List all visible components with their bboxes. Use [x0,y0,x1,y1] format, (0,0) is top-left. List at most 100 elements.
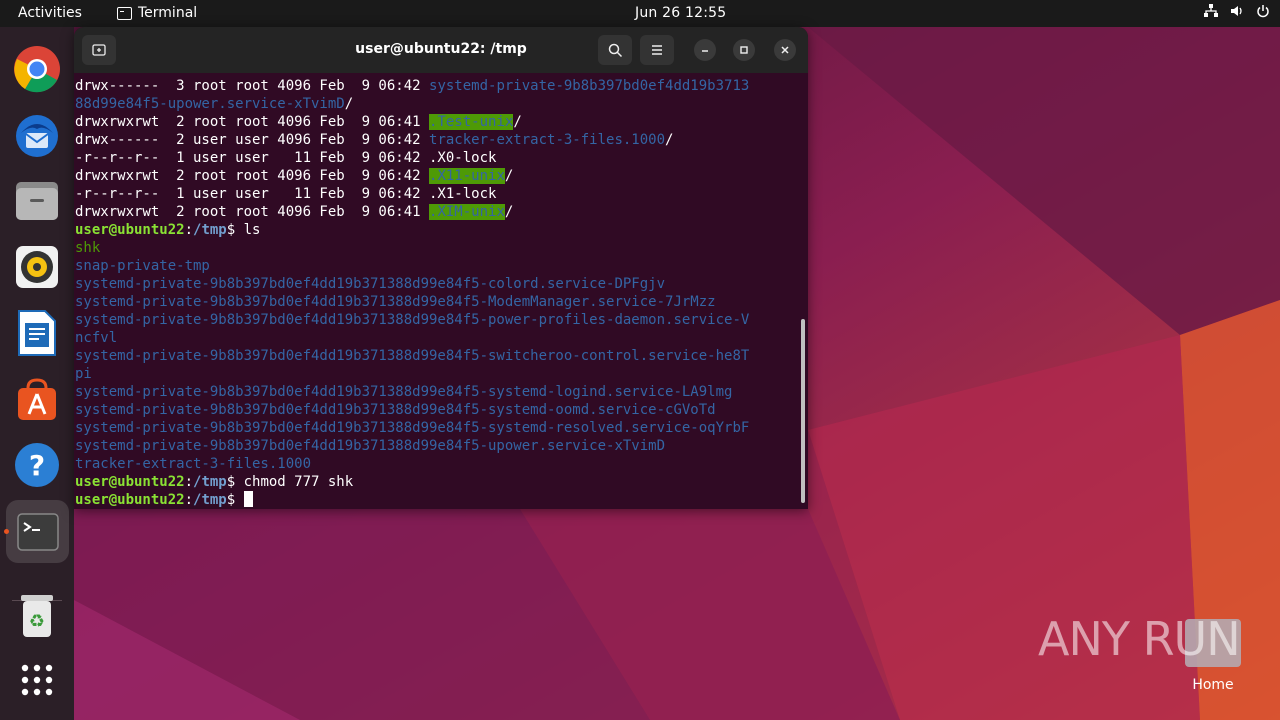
terminal-line: drwxrwxrwt 2 root root 4096 Feb 9 06:41 … [75,113,800,131]
terminal-text: systemd-private-9b8b397bd0ef4dd19b3713 [429,78,750,94]
dock-item-chrome[interactable] [11,43,63,95]
terminal-text: user@ubuntu22 [75,492,185,508]
terminal-text: / [513,114,522,130]
svg-text:♻: ♻ [29,611,45,632]
terminal-text: systemd-private-9b8b397bd0ef4dd19b371388… [75,438,666,454]
terminal-text: systemd-private-9b8b397bd0ef4dd19b371388… [75,402,716,418]
minimize-button[interactable] [694,39,716,61]
terminal-text: $ chmod 777 shk [226,474,354,490]
terminal-text: drwxrwxrwt 2 root root 4096 Feb 9 06:41 [75,204,430,220]
terminal-titlebar[interactable]: user@ubuntu22: /tmp [74,27,808,73]
terminal-text: drwxrwxrwt 2 root root 4096 Feb 9 06:41 [75,114,430,130]
terminal-line: systemd-private-9b8b397bd0ef4dd19b371388… [75,419,800,437]
scrollbar[interactable] [801,319,805,503]
terminal-line: drwxrwxrwt 2 root root 4096 Feb 9 06:41 … [75,203,800,221]
terminal-line: -r--r--r-- 1 user user 11 Feb 9 06:42 .X… [75,149,800,167]
terminal-line: tracker-extract-3-files.1000 [75,455,800,473]
terminal-text: $ ls [226,222,261,238]
terminal-text: drwx------ 2 user user 4096 Feb 9 06:42 [75,132,430,148]
terminal-text: 88d99e84f5-upower.service-xTvimD [75,96,345,112]
maximize-button[interactable] [733,39,755,61]
dock-item-writer[interactable] [11,307,63,359]
terminal-line: systemd-private-9b8b397bd0ef4dd19b371388… [75,293,800,311]
app-menu[interactable]: Terminal [117,5,197,21]
terminal-line: drwx------ 2 user user 4096 Feb 9 06:42 … [75,131,800,149]
terminal-text: / [665,132,674,148]
files-icon [16,182,58,220]
running-indicator [4,529,9,534]
terminal-line: systemd-private-9b8b397bd0ef4dd19b371388… [75,401,800,419]
terminal-window[interactable]: user@ubuntu22: /tmp drwx------ 3 root ro… [74,27,808,509]
dock: ? ♻ [0,27,74,720]
terminal-text: /tmp [193,492,227,508]
terminal-text: /tmp [193,474,227,490]
terminal-line: user@ubuntu22:/tmp$ ls [75,221,800,239]
dock-item-show-apps[interactable] [11,654,63,706]
dock-item-help[interactable]: ? [11,439,63,491]
dock-item-rhythmbox[interactable] [11,241,63,293]
terminal-line: pi [75,365,800,383]
clock[interactable]: Jun 26 12:55 [635,5,726,21]
close-button[interactable] [774,39,796,61]
terminal-small-icon [117,6,132,20]
maximize-icon [740,46,748,54]
terminal-line: user@ubuntu22:/tmp$ [75,491,800,509]
terminal-line: systemd-private-9b8b397bd0ef4dd19b371388… [75,311,800,329]
terminal-line: systemd-private-9b8b397bd0ef4dd19b371388… [75,347,800,365]
search-icon [608,43,622,57]
dock-item-thunderbird[interactable] [11,109,63,161]
terminal-text: / [504,168,514,184]
terminal-line: snap-private-tmp [75,257,800,275]
watermark: ANY RUN [1038,612,1241,666]
menu-button[interactable] [640,35,674,65]
terminal-text: /tmp [193,222,227,238]
dock-item-app-center[interactable] [11,373,63,425]
svg-text:?: ? [29,449,45,482]
thunderbird-icon [16,115,58,157]
terminal-text: .Test-unix [429,114,514,130]
trash-icon: ♻ [21,595,53,637]
terminal-text: drwxrwxrwt 2 root root 4096 Feb 9 06:42 [75,168,430,184]
grid-icon [21,664,53,696]
terminal-text: : [184,492,194,508]
system-tray[interactable] [1204,4,1270,18]
terminal-line: shk [75,239,800,257]
help-icon: ? [15,443,59,487]
terminal-text: / [344,96,354,112]
activities-button[interactable]: Activities [18,5,82,21]
terminal-line: systemd-private-9b8b397bd0ef4dd19b371388… [75,275,800,293]
network-icon[interactable] [1204,4,1218,18]
power-icon[interactable] [1256,4,1270,18]
terminal-output[interactable]: drwx------ 3 root root 4096 Feb 9 06:42 … [75,77,800,509]
terminal-text: : [184,222,194,238]
terminal-text: systemd-private-9b8b397bd0ef4dd19b371388… [75,276,666,292]
terminal-line: systemd-private-9b8b397bd0ef4dd19b371388… [75,437,800,455]
terminal-text: : [184,474,194,490]
terminal-text: systemd-private-9b8b397bd0ef4dd19b371388… [75,420,750,436]
dock-item-trash[interactable]: ♻ [11,590,63,642]
terminal-line: systemd-private-9b8b397bd0ef4dd19b371388… [75,383,800,401]
terminal-line: ncfvl [75,329,800,347]
terminal-text: user@ubuntu22 [75,474,185,490]
dock-item-terminal[interactable] [6,500,69,563]
search-button[interactable] [598,35,632,65]
terminal-text: .X11-unix [429,168,505,184]
minimize-icon [702,50,708,52]
rhythmbox-icon [16,246,58,288]
terminal-text: -r--r--r-- 1 user user 11 Feb 9 06:42 .X… [75,150,497,166]
terminal-line: user@ubuntu22:/tmp$ chmod 777 shk [75,473,800,491]
close-icon [781,46,789,54]
hamburger-icon [652,45,662,55]
terminal-line: 88d99e84f5-upower.service-xTvimD/ [75,95,800,113]
terminal-line: drwx------ 3 root root 4096 Feb 9 06:42 … [75,77,800,95]
app-menu-label: Terminal [138,5,198,21]
terminal-text: ncfvl [75,330,118,346]
top-bar: Activities Terminal Jun 26 12:55 [0,0,1280,27]
volume-icon[interactable] [1230,4,1244,18]
text-cursor [243,491,253,507]
terminal-text: drwx------ 3 root root 4096 Feb 9 06:42 [75,78,430,94]
terminal-text: user@ubuntu22 [75,222,185,238]
dock-item-files[interactable] [11,175,63,227]
terminal-text: systemd-private-9b8b397bd0ef4dd19b371388… [75,294,716,310]
app-center-icon [18,378,56,420]
